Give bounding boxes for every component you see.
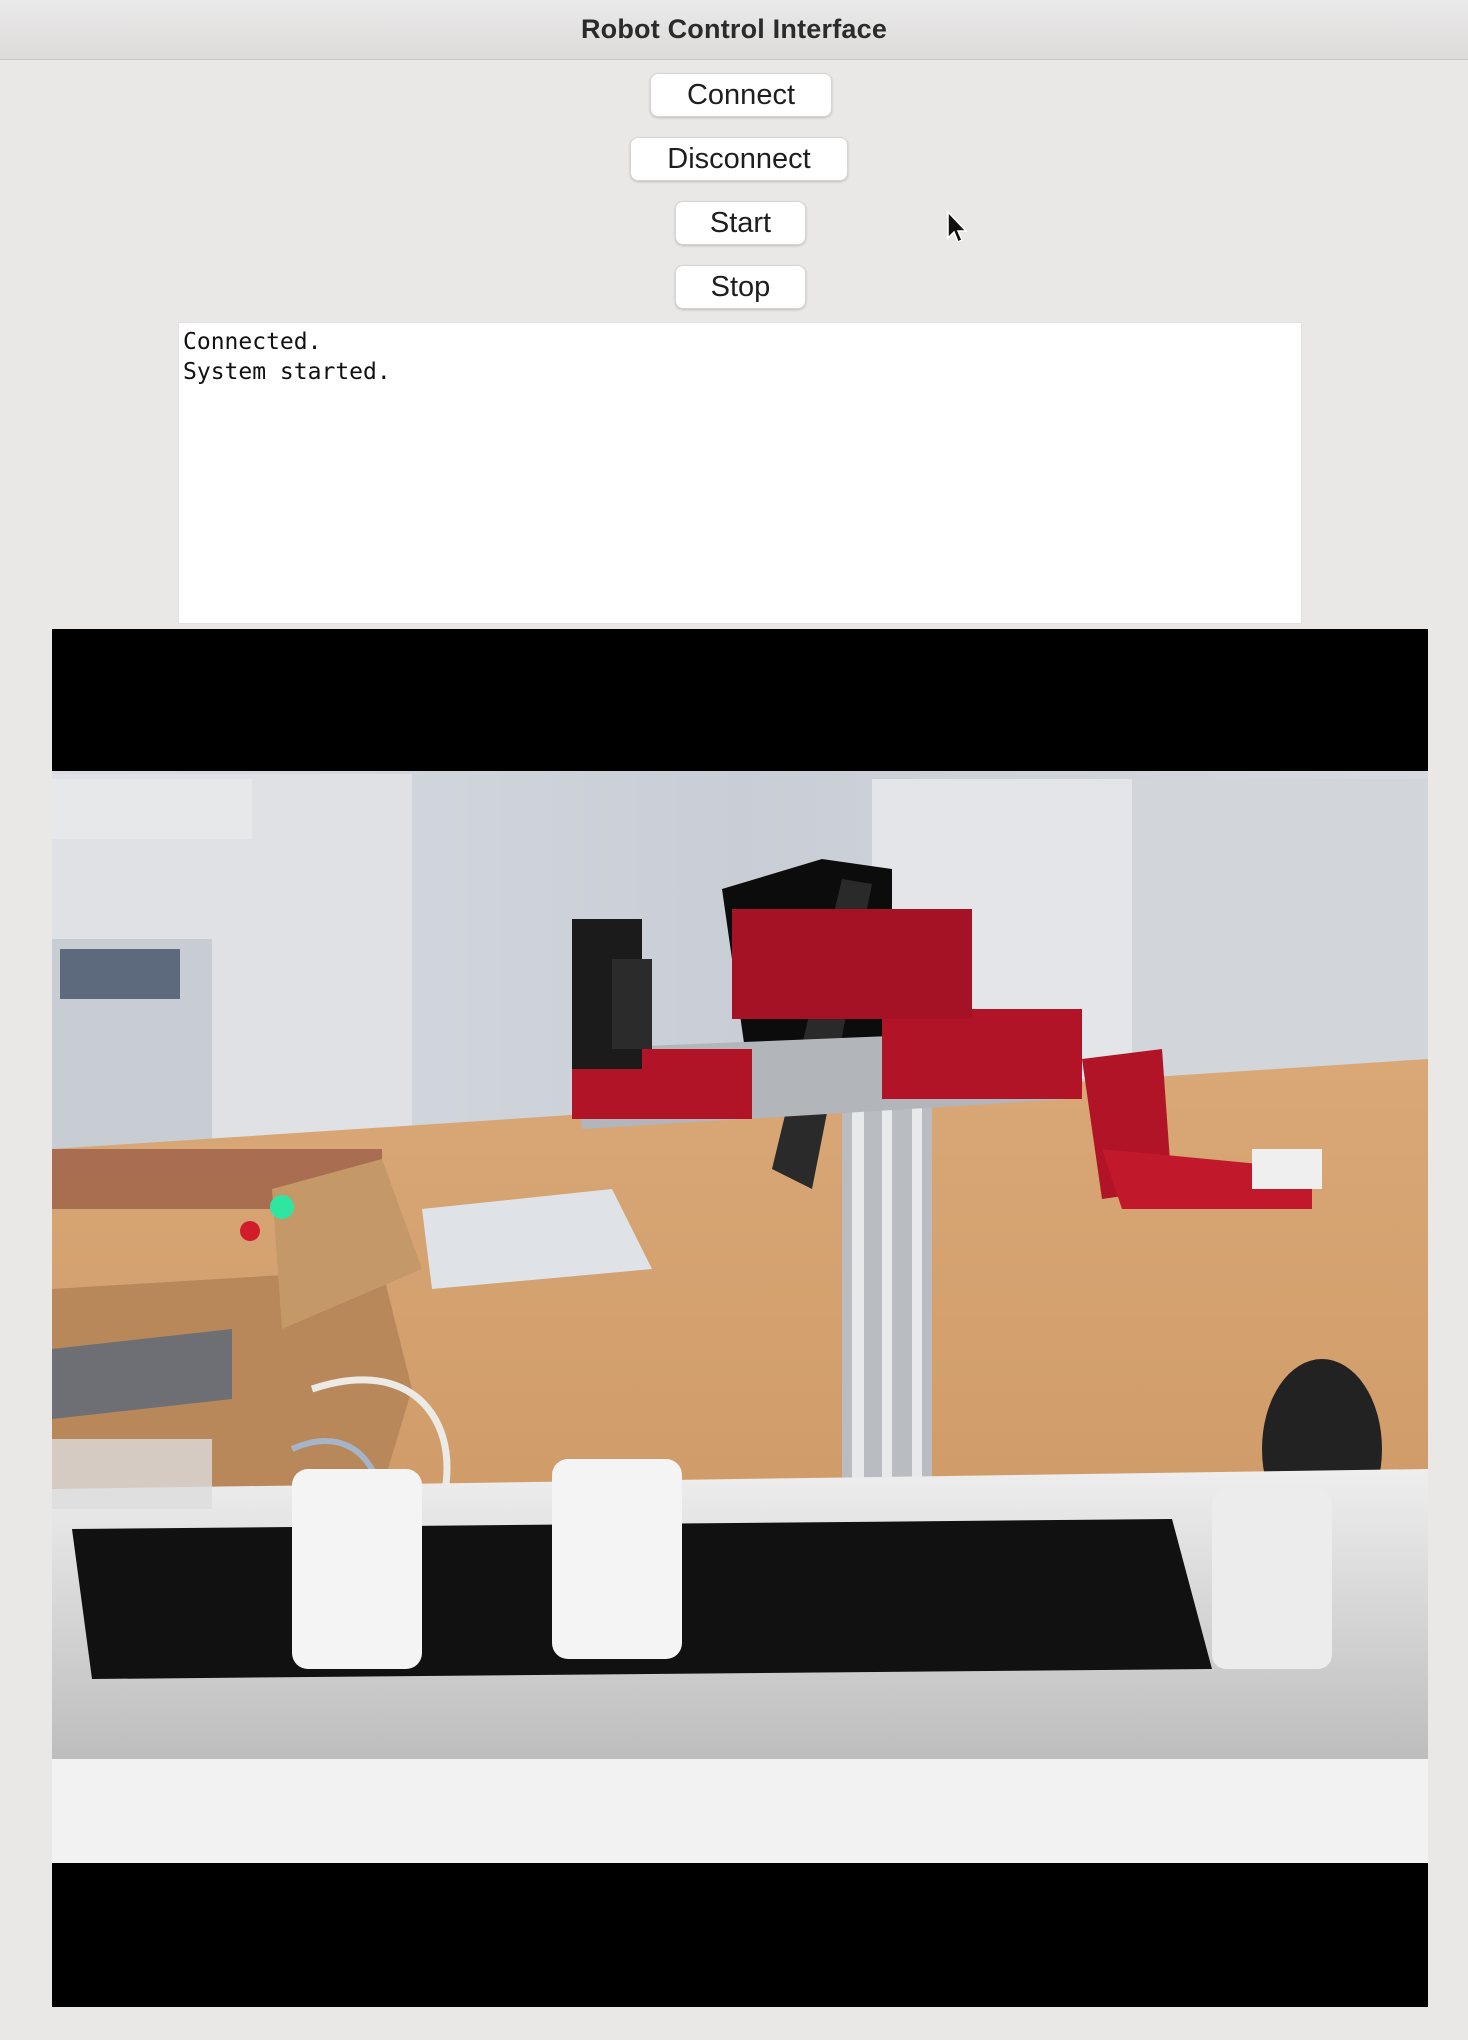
camera-picture	[52, 771, 1428, 1863]
log-line: Connected.	[183, 329, 322, 355]
mouse-cursor-icon	[947, 210, 968, 244]
window-titlebar: Robot Control Interface	[0, 0, 1468, 60]
window-title: Robot Control Interface	[580, 14, 888, 44]
connect-button[interactable]: Connect	[650, 73, 832, 117]
stop-button[interactable]: Stop	[675, 265, 806, 309]
disconnect-button[interactable]: Disconnect	[630, 137, 848, 181]
camera-frame-image	[52, 771, 1428, 1863]
camera-feed	[52, 629, 1428, 2007]
start-button[interactable]: Start	[675, 201, 806, 245]
status-log[interactable]: Connected. System started.	[178, 322, 1302, 624]
log-line: System started.	[183, 359, 391, 385]
